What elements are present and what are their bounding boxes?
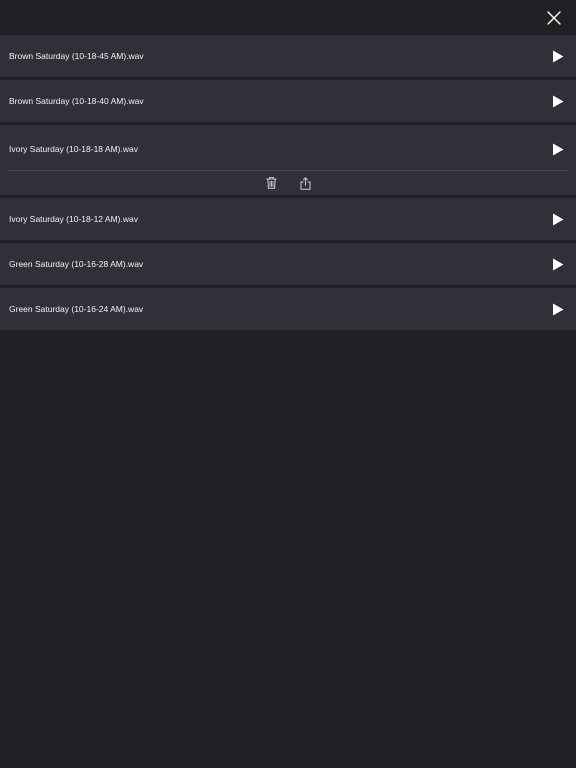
recording-row[interactable]: Ivory Saturday (10-18-12 AM).wav bbox=[0, 198, 576, 240]
top-bar bbox=[0, 0, 576, 35]
recordings-screen: Brown Saturday (10-18-45 AM).wav Brown S… bbox=[0, 0, 576, 768]
play-button[interactable] bbox=[550, 301, 566, 317]
recording-row-main[interactable]: Green Saturday (10-16-24 AM).wav bbox=[0, 288, 576, 330]
recording-name: Ivory Saturday (10-18-12 AM).wav bbox=[9, 214, 138, 224]
recording-row[interactable]: Brown Saturday (10-18-45 AM).wav bbox=[0, 35, 576, 77]
trash-icon bbox=[266, 177, 276, 189]
recording-row-main[interactable]: Brown Saturday (10-18-45 AM).wav bbox=[0, 35, 576, 77]
share-button[interactable] bbox=[298, 176, 312, 190]
recordings-list: Brown Saturday (10-18-45 AM).wav Brown S… bbox=[0, 35, 576, 333]
play-icon bbox=[553, 303, 564, 315]
recording-actions bbox=[9, 170, 567, 195]
close-button[interactable] bbox=[540, 6, 568, 30]
recording-row[interactable]: Brown Saturday (10-18-40 AM).wav bbox=[0, 80, 576, 122]
recording-row[interactable]: Green Saturday (10-16-24 AM).wav bbox=[0, 288, 576, 330]
recording-name: Ivory Saturday (10-18-18 AM).wav bbox=[9, 144, 138, 154]
recording-row-main[interactable]: Brown Saturday (10-18-40 AM).wav bbox=[0, 80, 576, 122]
play-button[interactable] bbox=[550, 48, 566, 64]
recording-row-main[interactable]: Ivory Saturday (10-18-12 AM).wav bbox=[0, 198, 576, 240]
recording-row[interactable]: Green Saturday (10-16-28 AM).wav bbox=[0, 243, 576, 285]
play-button[interactable] bbox=[550, 256, 566, 272]
delete-button[interactable] bbox=[264, 176, 278, 190]
play-icon bbox=[553, 143, 564, 155]
play-icon bbox=[553, 95, 564, 107]
recording-name: Brown Saturday (10-18-45 AM).wav bbox=[9, 51, 144, 61]
play-icon bbox=[553, 213, 564, 225]
share-icon bbox=[300, 176, 310, 190]
recording-name: Green Saturday (10-16-28 AM).wav bbox=[9, 259, 144, 269]
recording-row[interactable]: Ivory Saturday (10-18-18 AM).wav bbox=[0, 125, 576, 195]
play-button[interactable] bbox=[550, 93, 566, 109]
close-icon bbox=[547, 11, 561, 25]
recording-row-main[interactable]: Ivory Saturday (10-18-18 AM).wav bbox=[0, 125, 576, 170]
play-icon bbox=[553, 258, 564, 270]
play-icon bbox=[553, 50, 564, 62]
recording-name: Brown Saturday (10-18-40 AM).wav bbox=[9, 96, 144, 106]
play-button[interactable] bbox=[550, 211, 566, 227]
recording-row-main[interactable]: Green Saturday (10-16-28 AM).wav bbox=[0, 243, 576, 285]
recording-name: Green Saturday (10-16-24 AM).wav bbox=[9, 304, 144, 314]
play-button[interactable] bbox=[550, 141, 566, 157]
